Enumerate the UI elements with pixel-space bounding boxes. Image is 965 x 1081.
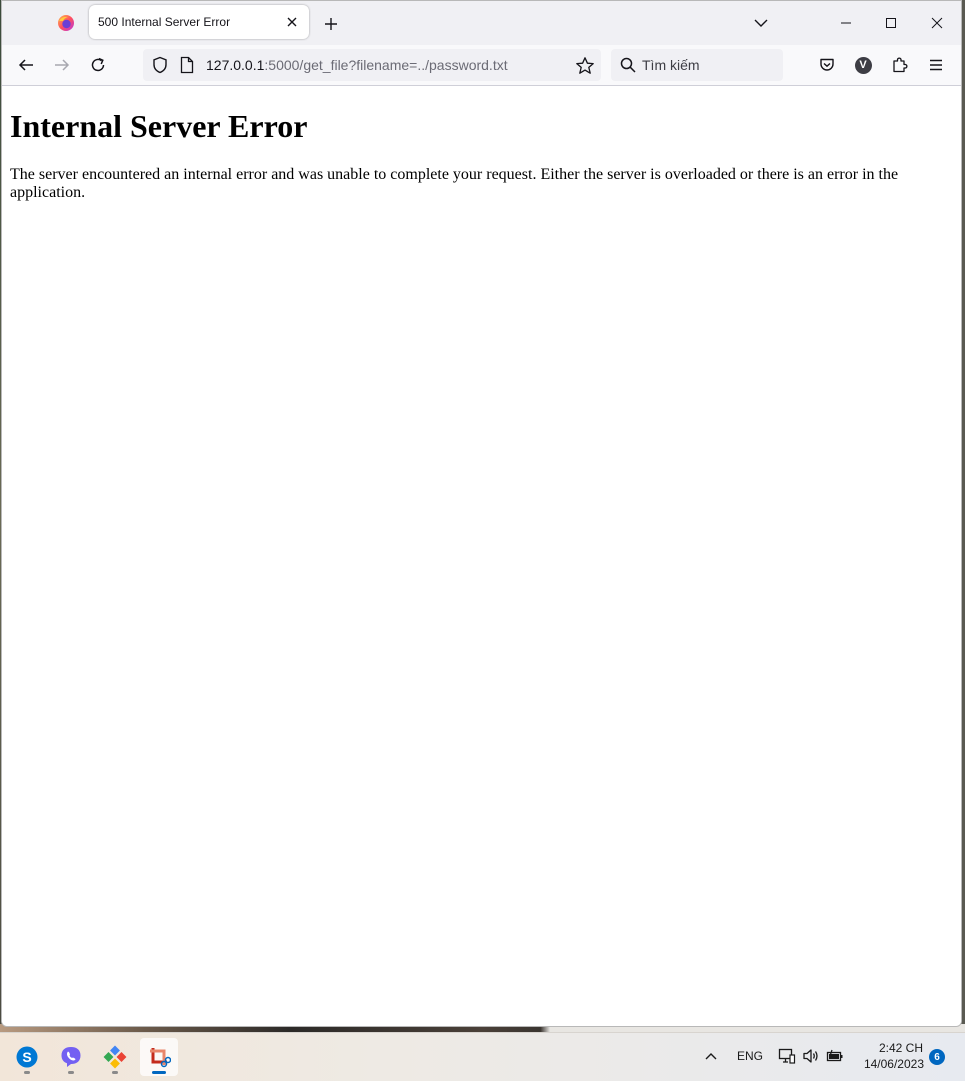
arrow-right-icon (55, 59, 70, 71)
skype-icon: S (16, 1046, 38, 1068)
taskbar-app-gemini[interactable] (96, 1038, 134, 1076)
running-indicator (152, 1071, 166, 1074)
battery-button[interactable] (824, 1045, 846, 1067)
taskbar: S ENG 2:42 CH 14/06/2023 6 (0, 1032, 965, 1081)
forward-button[interactable] (46, 49, 78, 81)
show-hidden-icons-button[interactable] (700, 1045, 722, 1067)
tab-title: 500 Internal Server Error (98, 15, 231, 29)
clock-date[interactable]: 14/06/2023 (858, 1057, 924, 1071)
tab-close-button[interactable] (280, 10, 304, 34)
maximize-button[interactable] (868, 7, 914, 39)
tab-strip: 500 Internal Server Error (2, 1, 961, 45)
plus-icon (325, 18, 337, 30)
taskbar-app-viber[interactable] (52, 1038, 90, 1076)
hamburger-icon (930, 59, 942, 71)
chevron-down-icon (754, 19, 768, 27)
url-host: 127.0.0.1 (206, 57, 265, 73)
shield-icon[interactable] (151, 56, 169, 74)
url-path: :5000/get_file?filename=../password.txt (264, 57, 508, 73)
network-button[interactable] (776, 1045, 798, 1067)
network-icon (778, 1048, 796, 1064)
snipping-tool-icon (150, 1048, 171, 1068)
close-icon (931, 17, 943, 29)
volume-button[interactable] (800, 1045, 822, 1067)
search-icon (620, 57, 636, 73)
reload-button[interactable] (82, 49, 114, 81)
list-all-tabs-button[interactable] (747, 10, 775, 36)
taskbar-app-snipping-tool[interactable] (140, 1038, 178, 1076)
running-indicator (68, 1071, 74, 1074)
page-content: Internal Server Error The server encount… (2, 86, 961, 1026)
account-button[interactable]: V (849, 51, 877, 79)
pocket-button[interactable] (813, 51, 841, 79)
back-button[interactable] (10, 49, 42, 81)
svg-text:S: S (22, 1049, 31, 1065)
taskbar-app-skype[interactable]: S (8, 1038, 46, 1076)
tab-active[interactable]: 500 Internal Server Error (89, 5, 309, 39)
new-tab-button[interactable] (317, 10, 345, 38)
error-message: The server encountered an internal error… (10, 166, 899, 201)
chevron-up-icon (705, 1053, 717, 1060)
error-heading: Internal Server Error (10, 108, 308, 144)
firefox-view-button[interactable] (46, 5, 86, 41)
minimize-icon (841, 22, 851, 24)
page-icon[interactable] (179, 56, 195, 74)
reload-icon (91, 57, 105, 72)
minimize-button[interactable] (823, 7, 869, 39)
running-indicator (112, 1071, 118, 1074)
arrow-left-icon (18, 59, 33, 71)
firefox-icon (58, 15, 74, 31)
extensions-button[interactable] (886, 51, 914, 79)
viber-icon (61, 1047, 81, 1067)
running-indicator (24, 1071, 30, 1074)
search-placeholder: Tìm kiếm (642, 57, 700, 73)
input-language[interactable]: ENG (737, 1049, 763, 1063)
menu-button[interactable] (922, 51, 950, 79)
window-close-button[interactable] (914, 7, 960, 39)
close-icon (287, 17, 297, 27)
navigation-toolbar: 127.0.0.1:5000/get_file?filename=../pass… (2, 45, 961, 86)
volume-icon (803, 1049, 818, 1063)
clock-time[interactable]: 2:42 CH (863, 1041, 923, 1055)
puzzle-icon (893, 57, 908, 73)
url-text[interactable]: 127.0.0.1:5000/get_file?filename=../pass… (206, 57, 508, 73)
notification-badge[interactable]: 6 (929, 1049, 945, 1065)
browser-window: 500 Internal Server Error 127.0.0.1:5000… (1, 0, 962, 1027)
gemini-icon (103, 1045, 127, 1069)
star-icon[interactable] (575, 56, 595, 76)
battery-icon (826, 1049, 843, 1062)
search-bar[interactable]: Tìm kiếm (611, 49, 783, 81)
url-bar[interactable]: 127.0.0.1:5000/get_file?filename=../pass… (143, 49, 601, 81)
maximize-icon (886, 18, 896, 28)
account-avatar: V (854, 56, 872, 74)
pocket-icon (820, 58, 834, 71)
